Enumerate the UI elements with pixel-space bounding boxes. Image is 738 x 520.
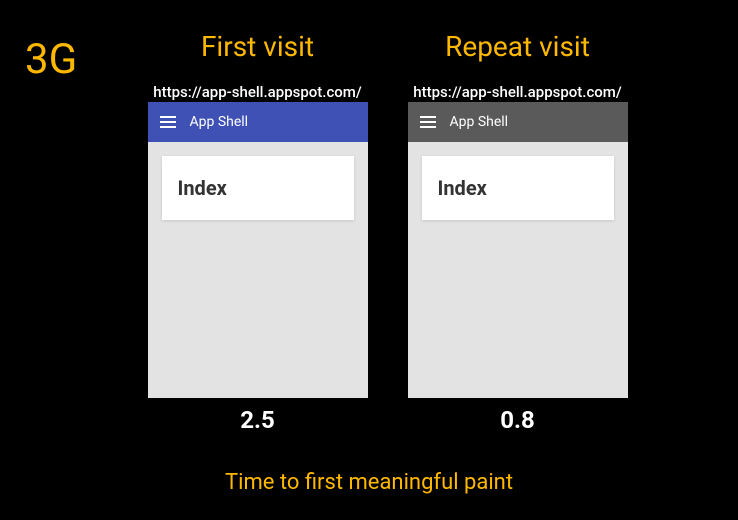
app-bar-title: App Shell <box>450 114 509 130</box>
phone-screen-repeat-visit: App Shell Index <box>408 102 628 398</box>
card-text: Index <box>178 176 338 200</box>
content-area: Index <box>148 142 368 398</box>
app-bar-title: App Shell <box>190 114 249 130</box>
timing-first-visit: 2.5 <box>135 406 380 434</box>
caption: Time to first meaningful paint <box>0 470 738 495</box>
app-bar-first-visit: App Shell <box>148 102 368 142</box>
hamburger-icon[interactable] <box>420 116 436 128</box>
app-bar-repeat-visit: App Shell <box>408 102 628 142</box>
network-label: 3G <box>25 35 77 84</box>
heading-repeat-visit: Repeat visit <box>395 30 640 63</box>
url-first-visit: https://app-shell.appspot.com/ <box>135 83 380 101</box>
card-text: Index <box>438 176 598 200</box>
card: Index <box>162 156 354 220</box>
phone-screen-first-visit: App Shell Index <box>148 102 368 398</box>
heading-first-visit: First visit <box>135 30 380 63</box>
timing-repeat-visit: 0.8 <box>395 406 640 434</box>
column-repeat-visit: Repeat visit https://app-shell.appspot.c… <box>395 30 640 434</box>
hamburger-icon[interactable] <box>160 116 176 128</box>
url-repeat-visit: https://app-shell.appspot.com/ <box>395 83 640 101</box>
column-first-visit: First visit https://app-shell.appspot.co… <box>135 30 380 434</box>
card: Index <box>422 156 614 220</box>
content-area: Index <box>408 142 628 398</box>
